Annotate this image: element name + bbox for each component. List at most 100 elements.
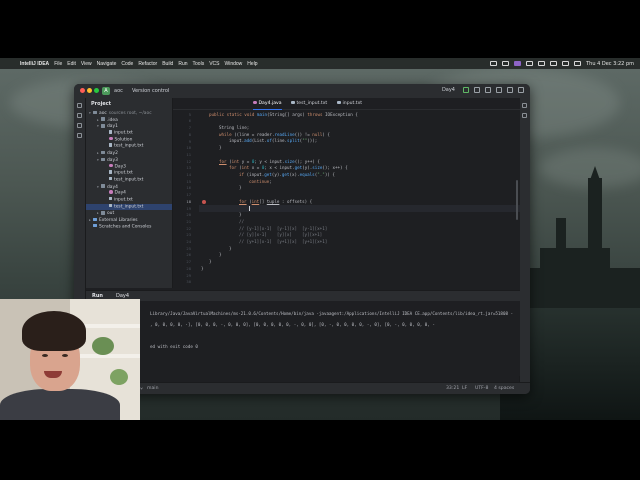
line-number[interactable]: 5 — [175, 112, 191, 117]
search-everywhere-icon[interactable] — [507, 87, 513, 93]
tree-item[interactable]: ▾ aoc sources root, ~/aoc — [86, 110, 172, 117]
menubar-clock[interactable]: Thu 4 Dec 3:22 pm — [586, 61, 634, 67]
line-number[interactable]: 16 — [175, 185, 191, 190]
record-icon[interactable] — [502, 61, 510, 66]
tree-item[interactable]: ▾ day4 — [86, 184, 172, 191]
tree-item[interactable]: input.txt — [86, 130, 172, 137]
wifi-icon[interactable] — [550, 61, 558, 66]
menu-file[interactable]: File — [54, 61, 62, 67]
line-number[interactable]: 27 — [175, 259, 191, 264]
menu-code[interactable]: Code — [121, 61, 133, 67]
minimize-window-button[interactable] — [87, 88, 92, 93]
menu-navigate[interactable]: Navigate — [97, 61, 117, 67]
line-number[interactable]: 21 — [175, 219, 191, 224]
cursor-position[interactable]: 33:21 — [446, 386, 459, 392]
tree-item[interactable]: ▾ day3 — [86, 157, 172, 164]
line-number[interactable]: 9 — [175, 139, 191, 144]
line-number[interactable]: 20 — [175, 212, 191, 217]
breakpoint-icon[interactable] — [202, 200, 206, 204]
tree-item[interactable]: Scratches and Consoles — [86, 223, 172, 231]
run-console[interactable]: Library/Java/JavaVirtualMachines/ms-21.0… — [86, 301, 520, 376]
line-number[interactable]: 17 — [175, 192, 191, 197]
tab-day4-java[interactable]: Day4.java — [253, 98, 282, 110]
tree-item[interactable]: Day4 — [86, 190, 172, 197]
menu-refactor[interactable]: Refactor — [138, 61, 157, 67]
line-number[interactable]: 23 — [175, 232, 191, 237]
battery-icon[interactable] — [538, 61, 546, 66]
indent-setting[interactable]: 4 spaces — [494, 386, 514, 392]
camera-icon[interactable] — [490, 61, 498, 66]
line-number[interactable]: 8 — [175, 132, 191, 137]
tree-item[interactable]: input.txt — [86, 196, 172, 204]
tree-item[interactable]: ▸ .idea — [86, 117, 172, 124]
menu-edit[interactable]: Edit — [67, 61, 76, 67]
notifications-icon[interactable] — [522, 103, 527, 108]
project-switcher[interactable]: aoc — [114, 87, 123, 95]
code-line: } — [239, 185, 242, 191]
menu-run[interactable]: Run — [178, 61, 187, 67]
menu-view[interactable]: View — [81, 61, 92, 67]
line-number[interactable]: 11 — [175, 152, 191, 157]
line-number[interactable]: 24 — [175, 239, 191, 244]
line-number[interactable]: 19 — [175, 206, 191, 211]
line-number[interactable]: 22 — [175, 226, 191, 231]
editor-scrollbar[interactable] — [516, 180, 518, 220]
close-window-button[interactable] — [80, 88, 85, 93]
tree-item[interactable]: test_input.txt — [86, 143, 172, 150]
line-number[interactable]: 6 — [175, 118, 191, 123]
run-icon[interactable] — [463, 87, 469, 93]
search-icon[interactable] — [562, 61, 570, 66]
tab-input[interactable]: input.txt — [337, 98, 362, 109]
tree-item[interactable]: test_input.txt — [86, 203, 172, 211]
line-number[interactable]: 26 — [175, 252, 191, 257]
tree-item[interactable]: input.txt — [86, 170, 172, 177]
menu-help[interactable]: Help — [247, 61, 257, 67]
folder-icon — [101, 211, 105, 215]
structure-tool-icon[interactable] — [77, 123, 82, 128]
tree-item[interactable]: Solution — [86, 136, 172, 144]
project-panel: Project ▾ aoc sources root, ~/aoc ▸ .idea ▾ da… — [86, 98, 173, 288]
keyboard-icon[interactable] — [526, 61, 534, 66]
zoom-window-button[interactable] — [94, 88, 99, 93]
run-config-selector[interactable]: Day4 — [439, 87, 458, 93]
line-number[interactable]: 13 — [175, 165, 191, 170]
git-branch[interactable]: main — [147, 386, 158, 392]
line-number[interactable]: 14 — [175, 172, 191, 177]
menu-window[interactable]: Window — [225, 61, 243, 67]
code-line: } — [229, 245, 232, 251]
menu-build[interactable]: Build — [162, 61, 173, 67]
commit-tool-icon[interactable] — [77, 113, 82, 118]
line-number[interactable]: 10 — [175, 145, 191, 150]
menu-app-name[interactable]: IntelliJ IDEA — [20, 61, 49, 67]
line-number[interactable]: 29 — [175, 273, 191, 278]
control-center-icon[interactable] — [574, 61, 582, 66]
menu-tools[interactable]: Tools — [193, 61, 205, 67]
project-panel-title[interactable]: Project — [91, 101, 111, 107]
collab-icon[interactable] — [496, 87, 502, 93]
tree-item[interactable]: test_input.txt — [86, 176, 172, 184]
line-number[interactable]: 30 — [175, 279, 191, 284]
tab-test-input[interactable]: test_input.txt — [291, 98, 327, 109]
line-number[interactable]: 7 — [175, 125, 191, 130]
tree-item[interactable]: ▸ out — [86, 210, 172, 217]
app-status-icon[interactable] — [514, 61, 522, 66]
line-number[interactable]: 28 — [175, 266, 191, 271]
project-badge[interactable]: A — [102, 87, 110, 95]
more-tools-icon[interactable] — [77, 133, 82, 138]
ai-assistant-icon[interactable] — [522, 113, 527, 118]
more-icon[interactable] — [485, 87, 491, 93]
line-number[interactable]: 25 — [175, 246, 191, 251]
tree-item[interactable]: ▸ External Libraries — [86, 217, 172, 224]
file-encoding[interactable]: UTF-8 — [475, 386, 488, 392]
project-tool-icon[interactable] — [77, 103, 82, 108]
menu-vcs[interactable]: VCS — [209, 61, 219, 67]
tree-item[interactable]: ▸ day2 — [86, 150, 172, 157]
line-number[interactable]: 18 — [175, 199, 191, 204]
line-number[interactable]: 12 — [175, 159, 191, 164]
line-separator[interactable]: LF — [462, 386, 467, 392]
line-number[interactable]: 15 — [175, 179, 191, 184]
version-control-menu[interactable]: Version control — [132, 87, 169, 95]
code-editor[interactable]: 4567891011121314151617181920212223242526… — [173, 110, 520, 290]
settings-icon[interactable] — [518, 87, 524, 93]
debug-icon[interactable] — [474, 87, 480, 93]
